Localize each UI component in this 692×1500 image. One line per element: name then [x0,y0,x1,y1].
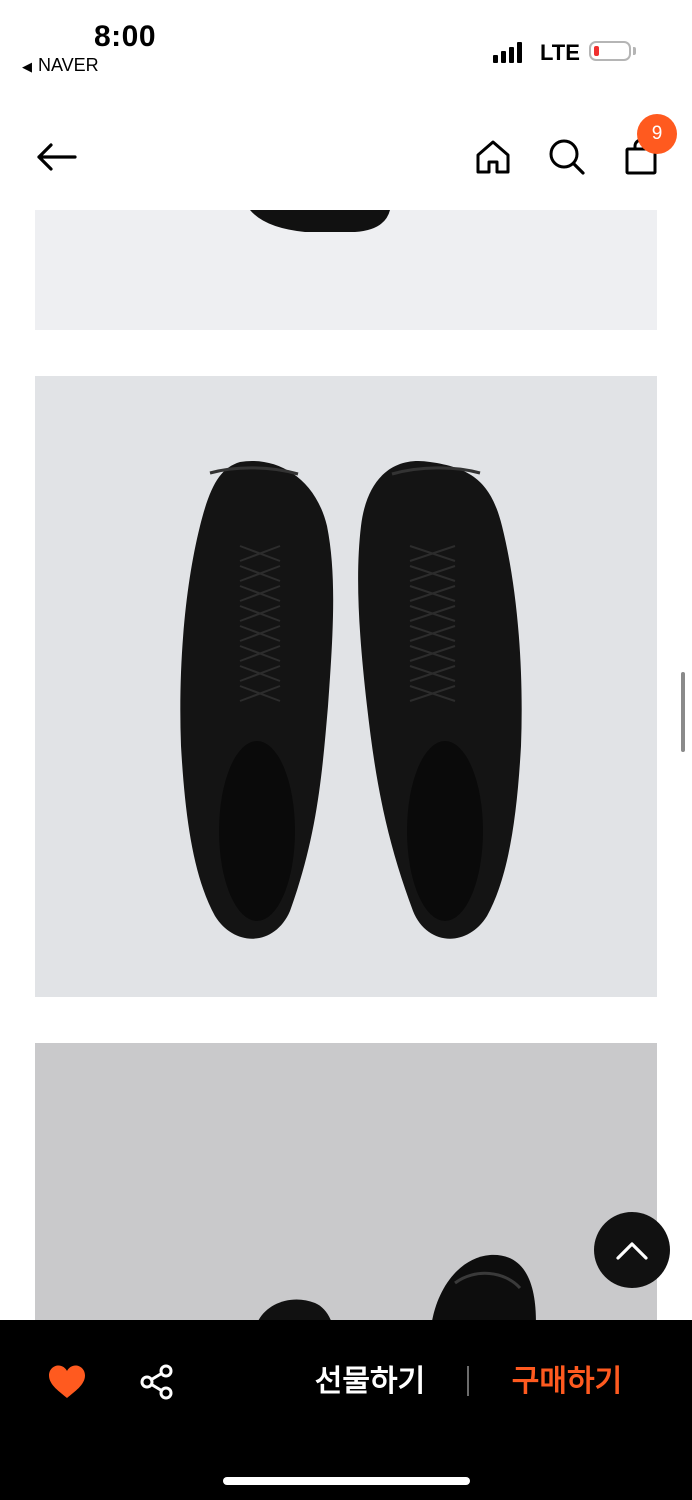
share-button[interactable] [136,1360,178,1404]
chevron-up-icon [616,1242,648,1260]
back-to-app-link[interactable]: ◀ NAVER [22,55,99,76]
buy-button[interactable]: 구매하기 [497,1360,637,1404]
gift-button[interactable]: 선물하기 [300,1360,440,1404]
cart-count-badge: 9 [637,114,677,154]
shoes-worn-image [258,1254,536,1320]
back-app-label: NAVER [38,55,99,75]
scroll-indicator[interactable] [681,672,685,752]
home-indicator[interactable] [223,1477,470,1485]
battery-tip [633,47,636,55]
scroll-to-top-button[interactable] [594,1212,670,1288]
back-triangle-icon: ◀ [22,59,32,74]
network-type: LTE [540,40,580,65]
product-photo-top-view [35,376,657,997]
bottom-action-bar: 선물하기 구매하기 [0,1320,692,1500]
search-button[interactable] [545,135,589,179]
signal-icon [493,41,527,63]
product-photo-worn [35,1043,657,1320]
wishlist-button[interactable] [44,1360,90,1404]
button-divider [467,1366,469,1396]
status-bar: 8:00 ◀ NAVER LTE [0,0,692,90]
home-icon [476,140,510,174]
search-icon [549,139,585,175]
navigation-bar [0,105,692,210]
heart-icon [49,1365,85,1398]
home-button[interactable] [472,135,514,179]
back-arrow-icon [37,143,77,171]
battery-icon [589,41,631,61]
product-photo-partial-top [35,210,657,330]
back-button[interactable] [30,135,82,179]
shoes-top-view-image [180,460,522,939]
product-detail-images [0,210,692,1320]
share-icon [140,1364,173,1400]
shoe-heel-image [250,210,390,232]
status-time: 8:00 [94,20,157,53]
